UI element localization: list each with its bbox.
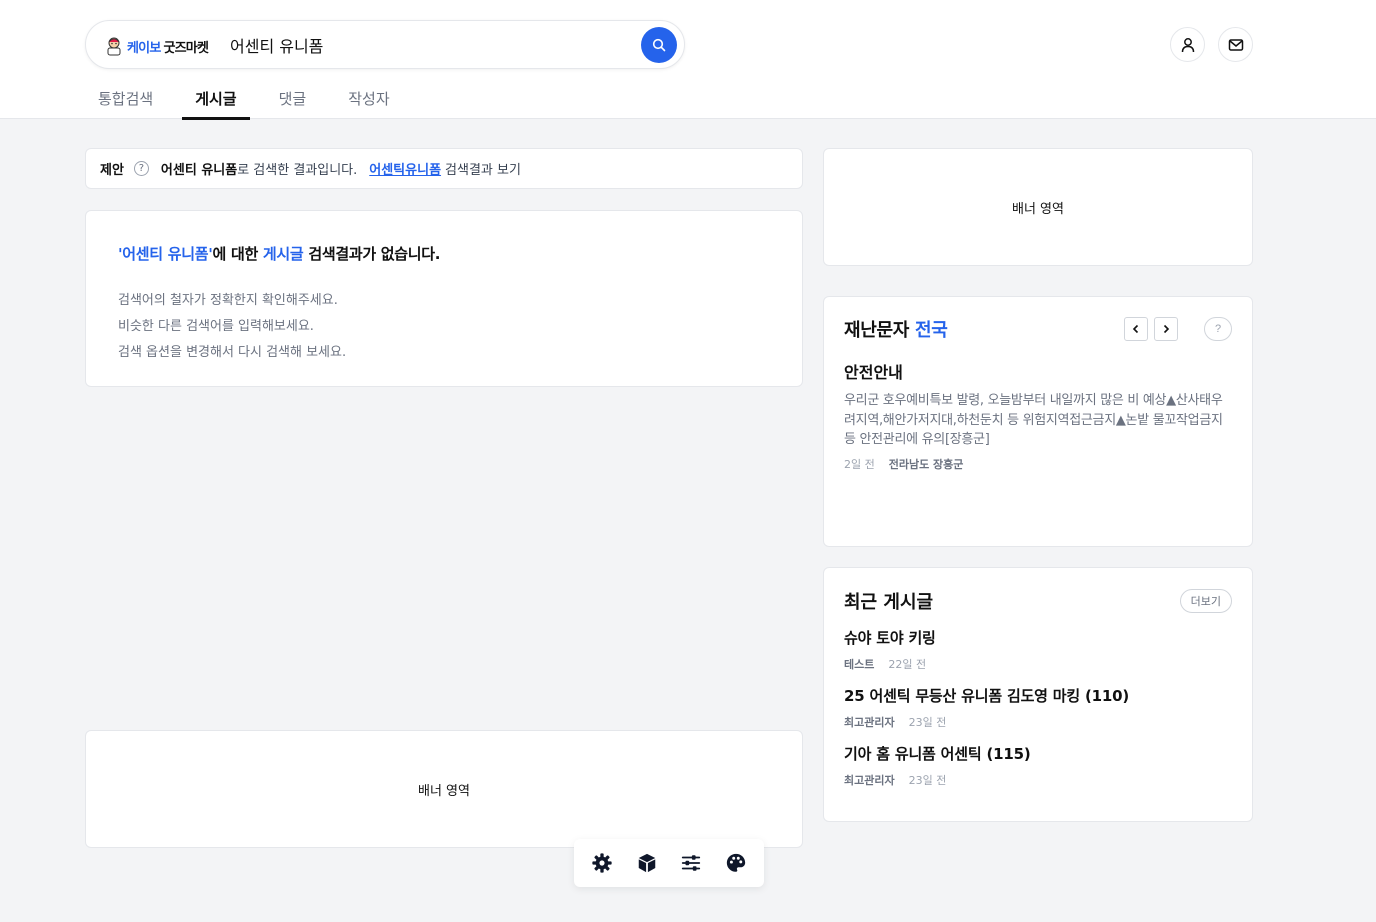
post-time: 23일 전 [908,774,947,787]
floating-toolbar [574,839,764,887]
banner-label: 배너 영역 [418,783,470,799]
search-button[interactable] [641,27,677,63]
list-item[interactable]: 25 어센틱 무등산 유니폼 김도영 마킹 (110) 최고관리자 23일 전 [844,685,1232,730]
chevron-right-icon [1163,324,1170,334]
disaster-title: 재난문자 전국 [844,320,948,341]
settings-button[interactable] [585,846,619,880]
banner-area-left[interactable]: 배너 영역 [85,730,803,848]
tip-item: 검색 옵션을 변경해서 다시 검색해 보세요. [118,345,347,360]
tip-item: 검색어의 철자가 정확한지 확인해주세요. [118,293,338,308]
list-item[interactable]: 슈야 토야 키링 테스트 22일 전 [844,627,1232,672]
chevron-left-icon [1132,324,1139,334]
palette-icon [726,853,745,872]
no-result-category: 게시글 [262,245,304,263]
post-time: 23일 전 [908,716,947,729]
suggestion-text: 로 검색한 결과입니다. [237,163,358,178]
disaster-message-title: 안전안내 [844,363,903,382]
post-author: 테스트 [844,658,875,671]
theme-button[interactable] [719,846,753,880]
mail-button[interactable] [1218,27,1253,62]
next-button[interactable] [1154,317,1178,341]
tip-item: 비슷한 다른 검색어를 입력해보세요. [118,319,314,334]
list-item[interactable]: 기아 홈 유니폼 어센틱 (115) 최고관리자 23일 전 [844,743,1232,788]
no-result-title: '어센티 유니폼'에 대한 게시글 검색결과가 없습니다. [118,245,441,263]
tab-all[interactable]: 통합검색 [85,80,166,119]
suggestion-label: 제안 [100,163,124,178]
tab-authors[interactable]: 작성자 [335,80,402,119]
search-input[interactable] [230,33,630,57]
prev-button[interactable] [1124,317,1148,341]
cube-icon [638,853,655,873]
logo-text-secondary: 굿즈마켓 [163,40,209,56]
banner-label: 배너 영역 [1012,201,1064,217]
banner-area-right[interactable]: 배너 영역 [823,148,1253,266]
disaster-alert-panel: 재난문자 전국 ? 안전안내 우리군 호우예비특보 발령, 오늘밤부터 내일까지… [823,296,1253,547]
post-time: 22일 전 [888,658,927,671]
gear-icon [592,853,612,873]
disaster-location: 전라남도 장흥군 [888,457,964,471]
tab-posts[interactable]: 게시글 [182,80,251,120]
post-title[interactable]: 기아 홈 유니폼 어센틱 (115) [844,743,1232,764]
suggestion-tail: 검색결과 보기 [445,163,521,178]
disaster-message-body: 우리군 호우예비특보 발령, 오늘밤부터 내일까지 많은 비 예상▲산사태우려지… [844,393,1223,447]
disaster-help-button[interactable]: ? [1204,317,1232,341]
post-author: 최고관리자 [844,774,895,787]
suggestion-link[interactable]: 어센틱유니폼 [369,159,441,178]
tab-comments[interactable]: 댓글 [266,80,320,119]
user-button[interactable] [1170,27,1205,62]
no-result-panel: '어센티 유니폼'에 대한 게시글 검색결과가 없습니다. 검색어의 철자가 정… [85,210,803,387]
top-header: 케이보 굿즈마켓 통합검색 게시글 댓글 작성자 [0,0,1376,120]
post-title[interactable]: 슈야 토야 키링 [844,627,1232,648]
search-icon [652,38,666,52]
mascot-icon [107,37,121,56]
search-bar: 케이보 굿즈마켓 [85,20,685,69]
disaster-region: 전국 [915,320,948,341]
post-title[interactable]: 25 어센틱 무등산 유니폼 김도영 마킹 (110) [844,685,1232,706]
adjust-button[interactable] [674,846,708,880]
help-icon[interactable]: ? [133,161,149,176]
disaster-time: 2일 전 [844,457,875,471]
search-tabs: 통합검색 게시글 댓글 작성자 [85,80,419,120]
more-button[interactable]: 더보기 [1179,589,1232,613]
no-result-query: 어센티 유니폼 [122,245,209,263]
package-button[interactable] [630,846,664,880]
user-icon [1181,37,1194,52]
post-author: 최고관리자 [844,716,895,729]
no-result-tips: 검색어의 철자가 정확한지 확인해주세요. 비슷한 다른 검색어를 입력해보세요… [118,288,770,366]
recent-posts-panel: 최근 게시글 더보기 슈야 토야 키링 테스트 22일 전 25 어센틱 무등산… [823,567,1253,822]
logo-text-primary: 케이보 [127,40,161,56]
recent-posts-title: 최근 게시글 [844,592,934,613]
search-suggestion: 제안 ? 어센티 유니폼 로 검색한 결과입니다. 어센틱유니폼 검색결과 보기 [85,148,803,189]
suggestion-query: 어센티 유니폼 [160,163,238,178]
site-logo[interactable]: 케이보 굿즈마켓 [104,35,209,57]
mail-icon [1228,38,1243,51]
sliders-icon [682,855,701,871]
